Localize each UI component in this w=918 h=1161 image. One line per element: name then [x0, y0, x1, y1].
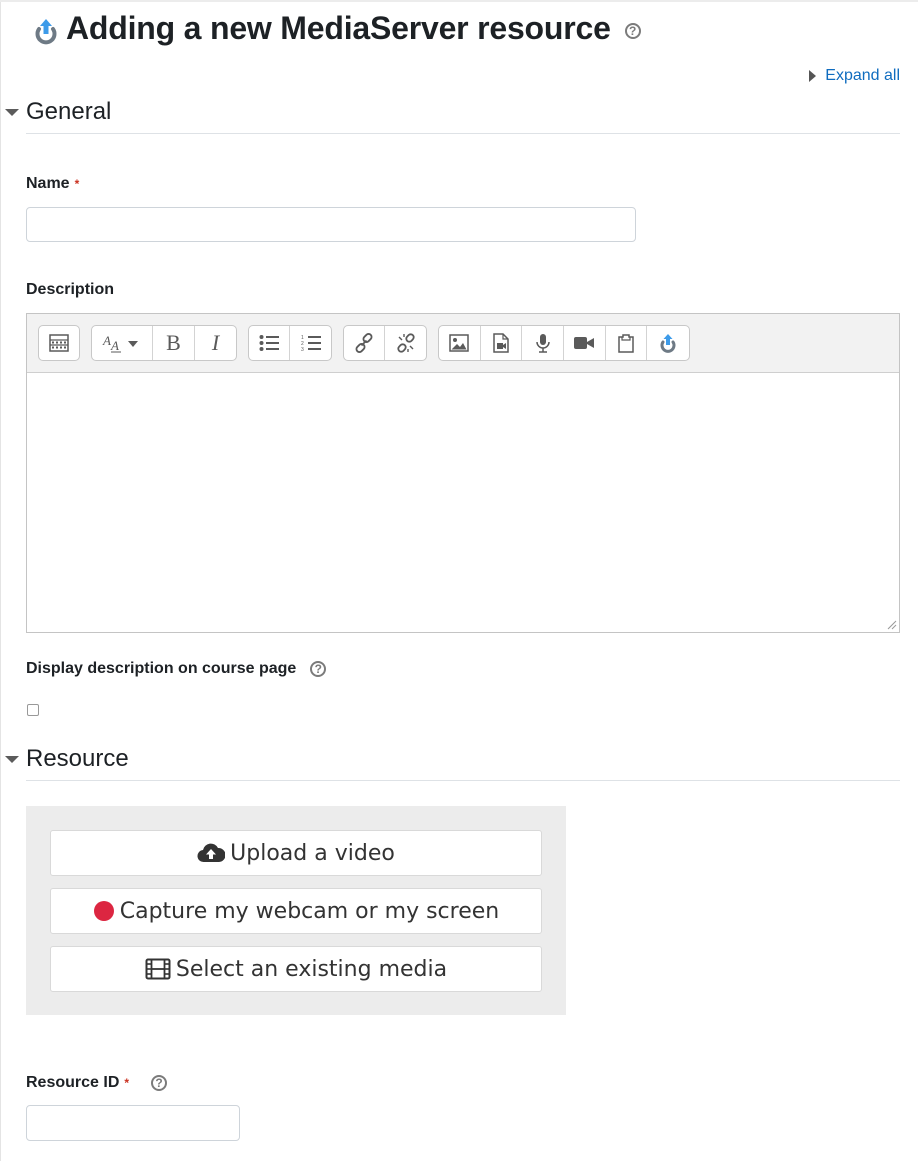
expand-all-link[interactable]: Expand all [809, 67, 900, 85]
insert-image-button[interactable] [439, 326, 481, 360]
resize-handle-icon[interactable] [885, 618, 897, 630]
page-header: Adding a new MediaServer resource ? [32, 10, 641, 47]
video-camera-icon [574, 337, 595, 349]
bullet-list-icon [259, 335, 279, 351]
section-resource: Resource [0, 744, 900, 781]
expand-all-label: Expand all [825, 67, 900, 84]
caret-down-icon [5, 755, 19, 763]
description-label-text: Description [26, 281, 115, 298]
page-left-border [0, 0, 1, 1161]
description-editor: A A B I 123 [26, 313, 900, 633]
editor-toolbar: A A B I 123 [27, 314, 899, 373]
bold-button[interactable]: B [153, 326, 195, 360]
caret-down-icon [5, 108, 19, 116]
record-video-button[interactable] [564, 326, 606, 360]
name-label: Name * [26, 175, 79, 193]
link-icon [355, 333, 373, 353]
numbered-list-button[interactable]: 123 [290, 326, 331, 360]
toolbar-group-3: 123 [248, 325, 332, 361]
svg-text:3: 3 [301, 347, 304, 352]
svg-text:A: A [110, 338, 119, 353]
media-source-panel: Upload a video Capture my webcam or my s… [26, 806, 566, 1015]
cloud-upload-icon [197, 843, 226, 863]
caret-right-icon [809, 70, 817, 82]
section-general: General [0, 97, 900, 134]
section-divider [26, 133, 900, 134]
select-existing-media-button[interactable]: Select an existing media [50, 946, 542, 992]
name-input[interactable] [26, 207, 636, 242]
help-icon[interactable]: ? [310, 661, 327, 677]
link-button[interactable] [344, 326, 385, 360]
microphone-icon [535, 334, 550, 353]
paste-icon [618, 334, 634, 353]
section-general-toggle[interactable]: General [0, 97, 900, 127]
section-divider [26, 780, 900, 781]
section-resource-toggle[interactable]: Resource [0, 744, 900, 774]
numbered-list-icon: 123 [301, 335, 321, 352]
capture-webcam-button[interactable]: Capture my webcam or my screen [50, 888, 542, 934]
mediaserver-button[interactable] [647, 326, 689, 360]
mediaserver-logo-icon [35, 18, 57, 44]
description-textarea[interactable] [27, 373, 899, 632]
resource-id-input[interactable] [26, 1105, 240, 1141]
select-existing-media-label: Select an existing media [175, 956, 448, 982]
upload-video-button[interactable]: Upload a video [50, 830, 542, 876]
name-label-text: Name [26, 175, 70, 192]
display-description-checkbox[interactable] [27, 704, 39, 716]
capture-webcam-label: Capture my webcam or my screen [119, 898, 500, 924]
section-resource-title: Resource [26, 745, 129, 772]
upload-video-label: Upload a video [230, 840, 395, 866]
svg-text:A: A [102, 333, 111, 348]
display-description-label: Display description on course page ? [26, 660, 327, 678]
description-label: Description [26, 281, 114, 299]
font-style-icon: A A [102, 333, 138, 353]
italic-icon: I [211, 330, 220, 355]
resource-id-label-text: Resource ID [26, 1074, 120, 1091]
section-general-title: General [26, 98, 112, 125]
page-top-border [0, 0, 918, 2]
record-audio-button[interactable] [522, 326, 565, 360]
media-file-icon [493, 333, 509, 353]
image-icon [449, 334, 470, 352]
record-dot-icon [93, 901, 114, 921]
film-icon [145, 958, 171, 980]
help-icon[interactable]: ? [151, 1075, 168, 1091]
toolbar-group-4 [343, 325, 427, 361]
required-icon: * [74, 177, 80, 191]
toolbar-group-2: A A B I [91, 325, 237, 361]
unlink-button[interactable] [385, 326, 426, 360]
italic-button[interactable]: I [195, 326, 236, 360]
toolbar-toggle-button[interactable] [39, 326, 79, 360]
paste-button[interactable] [606, 326, 648, 360]
display-description-label-text: Display description on course page [26, 660, 297, 677]
help-icon[interactable]: ? [624, 22, 641, 39]
required-icon: * [124, 1076, 130, 1090]
toolbar-toggle-icon [49, 334, 69, 352]
bullet-list-button[interactable] [249, 326, 290, 360]
mediaserver-icon [660, 334, 676, 353]
font-style-button[interactable]: A A [92, 326, 153, 360]
insert-media-button[interactable] [481, 326, 523, 360]
bold-icon: B [166, 330, 181, 355]
toolbar-group-5 [438, 325, 690, 361]
toolbar-group-1 [38, 325, 80, 361]
page-title: Adding a new MediaServer resource [66, 10, 611, 46]
resource-id-label: Resource ID * ? [26, 1074, 168, 1092]
unlink-icon [396, 333, 415, 353]
